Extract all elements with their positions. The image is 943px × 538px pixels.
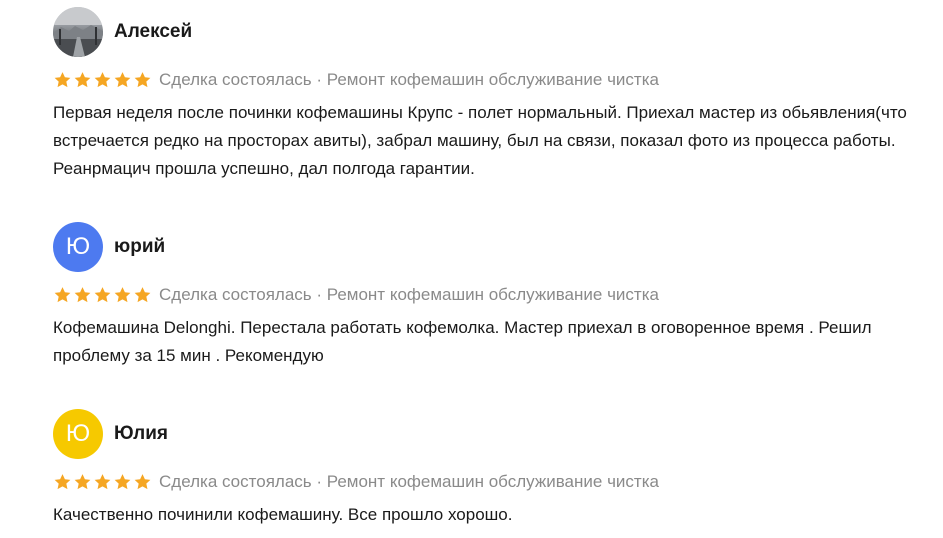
star-icon [114, 72, 131, 88]
review-text: Кофемашина Delonghi. Перестала работать … [53, 318, 872, 365]
avatar-photo-icon [53, 7, 103, 57]
star-icon [134, 474, 151, 490]
rating-stars [53, 473, 152, 491]
avatar-letter: Ю [65, 233, 91, 260]
review-card: Алексей Сделка состоялась · Ремонт кофем… [53, 7, 933, 183]
star-icon [74, 287, 91, 303]
review-header: Ю Юлия [53, 409, 933, 459]
star-icon [94, 474, 111, 490]
review-meta: Сделка состоялась · Ремонт кофемашин обс… [159, 70, 659, 89]
star-icon [54, 474, 71, 490]
star-icon [114, 287, 131, 303]
rating-row: Сделка состоялась · Ремонт кофемашин обс… [53, 70, 933, 90]
review-text: Качественно починили кофемашину. Все про… [53, 505, 513, 524]
star-icon [134, 287, 151, 303]
review-header: Алексей [53, 7, 933, 57]
rating-stars [53, 71, 152, 89]
star-icon [74, 72, 91, 88]
review-card: Ю Юлия Сделка состоялась · Ремонт кофема… [53, 409, 933, 529]
star-icon [134, 72, 151, 88]
rating-row: Сделка состоялась · Ремонт кофемашин обс… [53, 285, 933, 305]
avatar[interactable] [53, 7, 103, 57]
review-header: Ю юрий [53, 222, 933, 272]
star-icon [74, 474, 91, 490]
star-icon [94, 287, 111, 303]
review-card: Ю юрий Сделка состоялась · Ремонт кофема… [53, 222, 933, 370]
review-meta: Сделка состоялась · Ремонт кофемашин обс… [159, 285, 659, 304]
star-icon [54, 72, 71, 88]
rating-row: Сделка состоялась · Ремонт кофемашин обс… [53, 472, 933, 492]
star-icon [54, 287, 71, 303]
avatar[interactable]: Ю [53, 409, 103, 459]
author-name[interactable]: юрий [114, 236, 165, 258]
star-icon [114, 474, 131, 490]
avatar[interactable]: Ю [53, 222, 103, 272]
review-meta: Сделка состоялась · Ремонт кофемашин обс… [159, 472, 659, 491]
avatar-letter: Ю [65, 420, 91, 447]
rating-stars [53, 286, 152, 304]
star-icon [94, 72, 111, 88]
author-name[interactable]: Юлия [114, 423, 168, 445]
review-text: Первая неделя после починки кофемашины К… [53, 103, 907, 178]
author-name[interactable]: Алексей [114, 21, 192, 43]
